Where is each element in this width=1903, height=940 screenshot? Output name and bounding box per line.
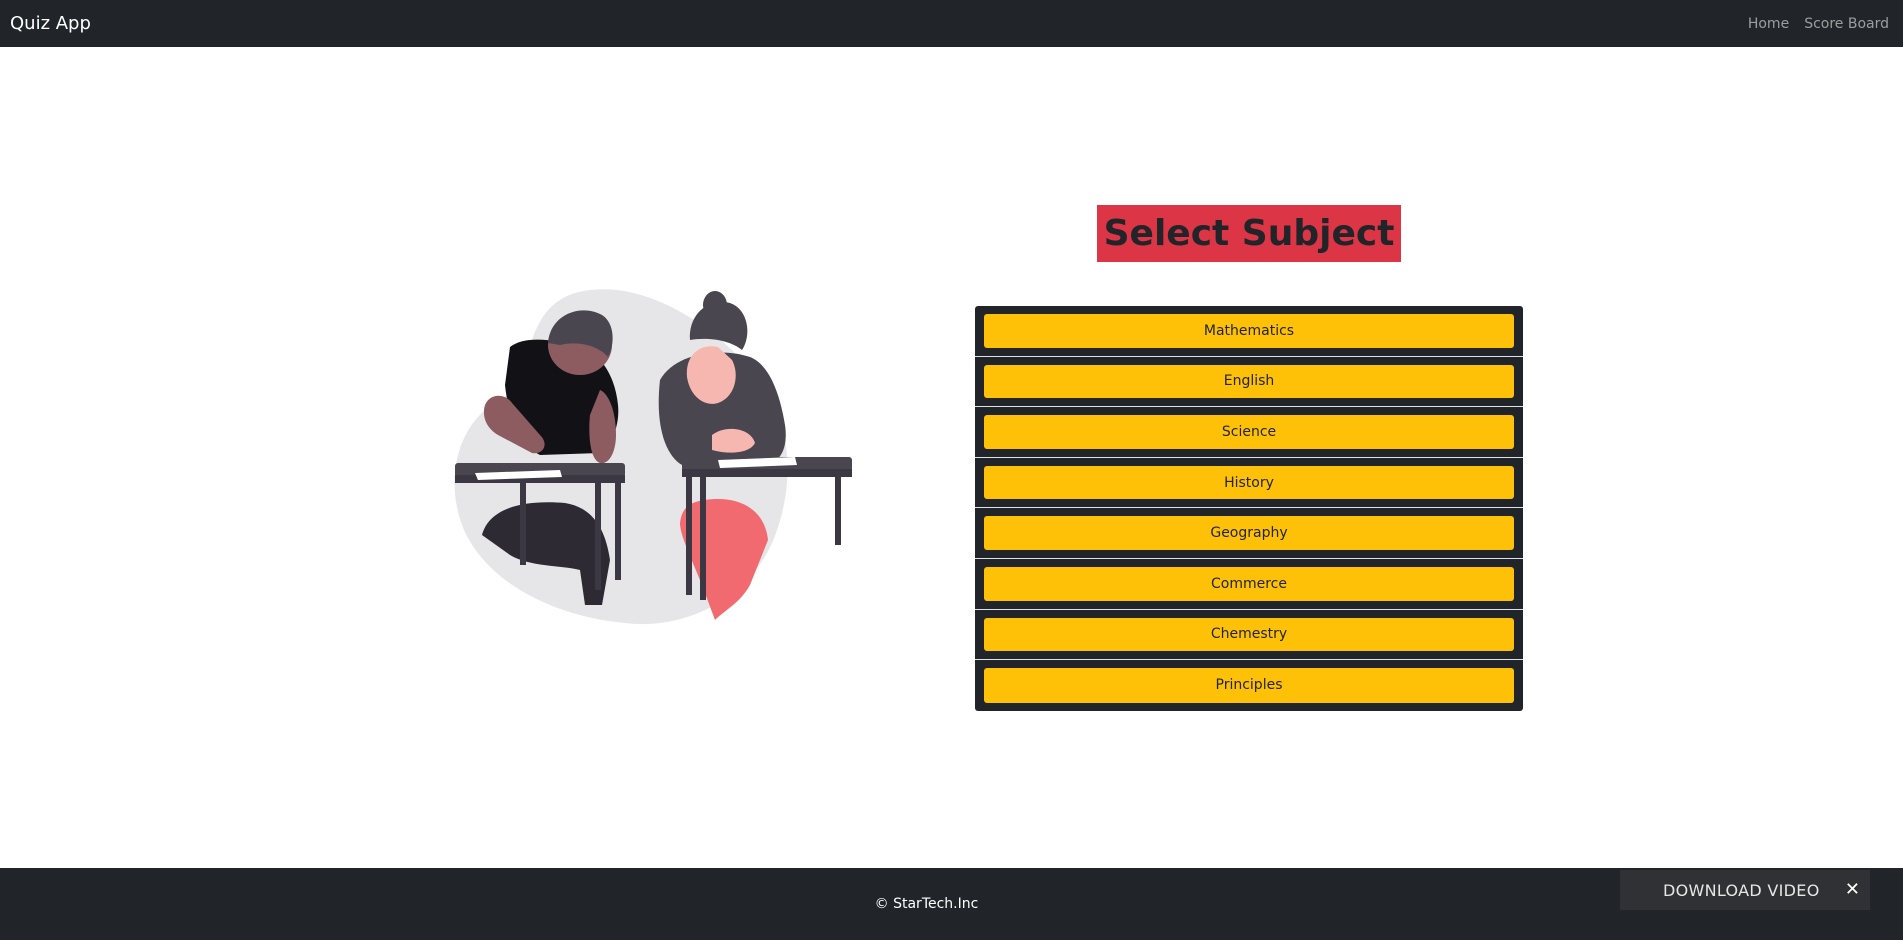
list-item: Commerce (975, 559, 1523, 610)
subject-button-chemestry[interactable]: Chemestry (984, 617, 1514, 652)
list-item: Mathematics (975, 306, 1523, 357)
subject-button-english[interactable]: English (984, 364, 1514, 399)
list-item: Principles (975, 660, 1523, 711)
subject-list: Mathematics English Science History Geog… (975, 306, 1523, 711)
list-item: Geography (975, 508, 1523, 559)
nav-link-score-board[interactable]: Score Board (1804, 16, 1889, 32)
subject-button-geography[interactable]: Geography (984, 516, 1514, 550)
subject-button-commerce[interactable]: Commerce (984, 566, 1514, 601)
brand-link[interactable]: Quiz App (10, 13, 91, 34)
list-item: Chemestry (975, 610, 1523, 661)
download-video-label[interactable]: DOWNLOAD VIDEO (1663, 881, 1820, 900)
list-item: English (975, 357, 1523, 408)
subject-panel: Select Subject Mathematics English Scien… (975, 205, 1523, 711)
page-title: Select Subject (1096, 205, 1402, 262)
students-taking-exam-illustration (454, 289, 852, 625)
footer: © StarTech.Inc (0, 868, 1903, 940)
subject-button-mathematics[interactable]: Mathematics (984, 314, 1514, 348)
nav-link-home[interactable]: Home (1748, 16, 1789, 32)
subject-button-history[interactable]: History (984, 465, 1514, 500)
list-item: Science (975, 407, 1523, 458)
title-wrap: Select Subject (975, 205, 1523, 262)
close-icon[interactable]: ✕ (1845, 881, 1860, 899)
navbar: Quiz App Home Score Board (0, 0, 1903, 47)
footer-copyright: © StarTech.Inc (874, 896, 979, 912)
download-video-bar[interactable]: DOWNLOAD VIDEO ✕ (1620, 870, 1870, 910)
subject-button-science[interactable]: Science (984, 415, 1514, 449)
subject-button-principles[interactable]: Principles (984, 668, 1514, 703)
nav-links: Home Score Board (1748, 16, 1889, 32)
list-item: History (975, 458, 1523, 509)
